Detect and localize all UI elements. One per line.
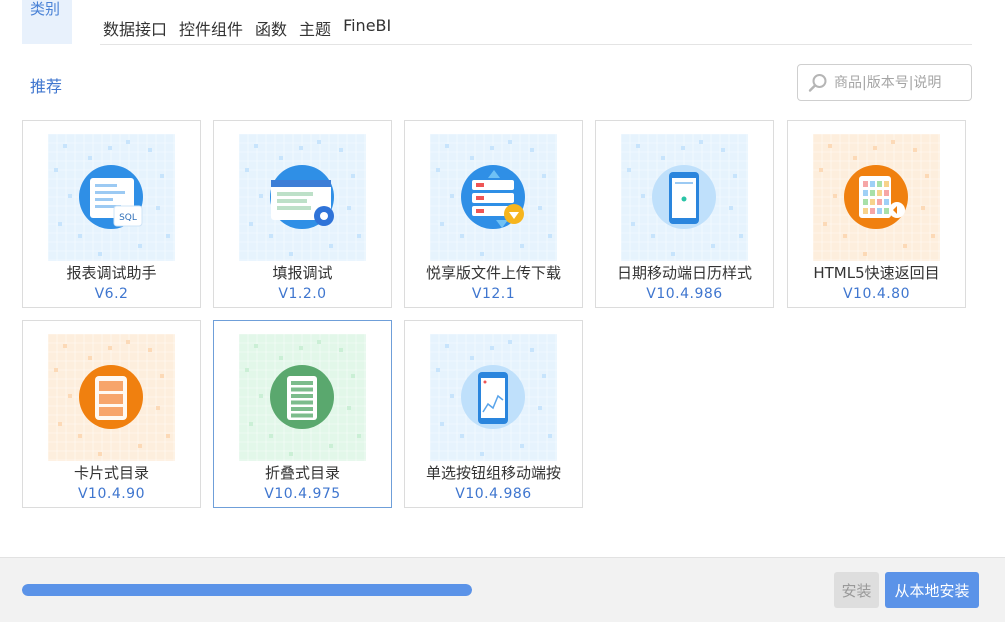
plugin-version: V12.1 [471, 286, 516, 302]
plugin-version: V10.4.986 [646, 286, 723, 302]
plugin-version: V10.4.986 [455, 486, 532, 502]
plugin-card[interactable]: 日期移动端日历样式 V10.4.986 [595, 120, 774, 308]
tab-data-interface[interactable]: 数据接口 [103, 16, 167, 39]
svg-text:SQL: SQL [119, 213, 137, 223]
plugin-version: V10.4.80 [842, 286, 910, 302]
plugin-store: 类别 数据接口 控件组件 函数 主题 FineBI 推荐 SQL 报表调试助手 V6… [0, 0, 1005, 622]
plugin-title: 单选按钮组移动端按 [425, 464, 561, 482]
tab-finebi[interactable]: FineBI [343, 16, 391, 38]
plugin-thumbnail [48, 334, 175, 461]
form-debug-icon [270, 165, 334, 229]
card-catalog-icon [79, 365, 143, 429]
plugin-thumbnail [430, 134, 557, 261]
search-input[interactable] [834, 74, 964, 91]
plugin-card[interactable]: 卡片式目录 V10.4.90 [22, 320, 201, 508]
mobile-calendar-icon [652, 165, 716, 229]
plugin-card[interactable]: 悦享版文件上传下载 V12.1 [404, 120, 583, 308]
plugin-title: 折叠式目录 [264, 464, 340, 482]
server-upload-icon [461, 165, 525, 229]
plugin-version: V1.2.0 [278, 286, 327, 302]
install-button[interactable]: 安装 [834, 572, 879, 608]
plugin-title: 填报调试 [272, 264, 333, 282]
mobile-radio-icon [461, 365, 525, 429]
category-divider [100, 44, 972, 45]
plugin-card[interactable]: 折叠式目录 V10.4.975 [213, 320, 392, 508]
plugin-title: 卡片式目录 [73, 464, 149, 482]
install-progress-bar [22, 584, 472, 596]
fold-catalog-icon [270, 365, 334, 429]
plugin-version: V10.4.90 [77, 486, 145, 502]
sql-report-icon: SQL [79, 165, 143, 229]
plugin-thumbnail: SQL [48, 134, 175, 261]
plugin-title: 日期移动端日历样式 [616, 264, 752, 282]
tab-function[interactable]: 函数 [255, 16, 287, 39]
plugin-title: 悦享版文件上传下载 [425, 264, 561, 282]
plugin-card[interactable]: 单选按钮组移动端按 V10.4.986 [404, 320, 583, 508]
plugin-thumbnail [621, 134, 748, 261]
install-progress-fill [22, 584, 472, 596]
plugin-thumbnail [239, 134, 366, 261]
category-label: 类别 [22, 0, 72, 44]
footer-bar: 安装 从本地安装 [0, 557, 1005, 622]
plugin-thumbnail [813, 134, 940, 261]
plugin-version: V10.4.975 [264, 486, 341, 502]
plugin-thumbnail [239, 334, 366, 461]
plugin-thumbnail [430, 334, 557, 461]
local-install-button[interactable]: 从本地安装 [885, 572, 979, 608]
search-box[interactable] [797, 64, 972, 101]
recommend-link[interactable]: 推荐 [30, 73, 62, 97]
search-icon [808, 73, 827, 92]
tab-theme[interactable]: 主题 [299, 16, 331, 39]
tablet-return-icon [844, 165, 908, 229]
plugin-title: 报表调试助手 [66, 264, 157, 282]
plugin-card[interactable]: SQL 报表调试助手 V6.2 [22, 120, 201, 308]
plugin-card[interactable]: HTML5快速返回目 V10.4.80 [787, 120, 966, 308]
plugin-version: V6.2 [94, 286, 129, 302]
plugin-title: HTML5快速返回目 [813, 264, 940, 282]
category-tabs: 数据接口 控件组件 函数 主题 FineBI [103, 16, 403, 39]
plugin-card[interactable]: 填报调试 V1.2.0 [213, 120, 392, 308]
tab-widget-component[interactable]: 控件组件 [179, 16, 243, 39]
